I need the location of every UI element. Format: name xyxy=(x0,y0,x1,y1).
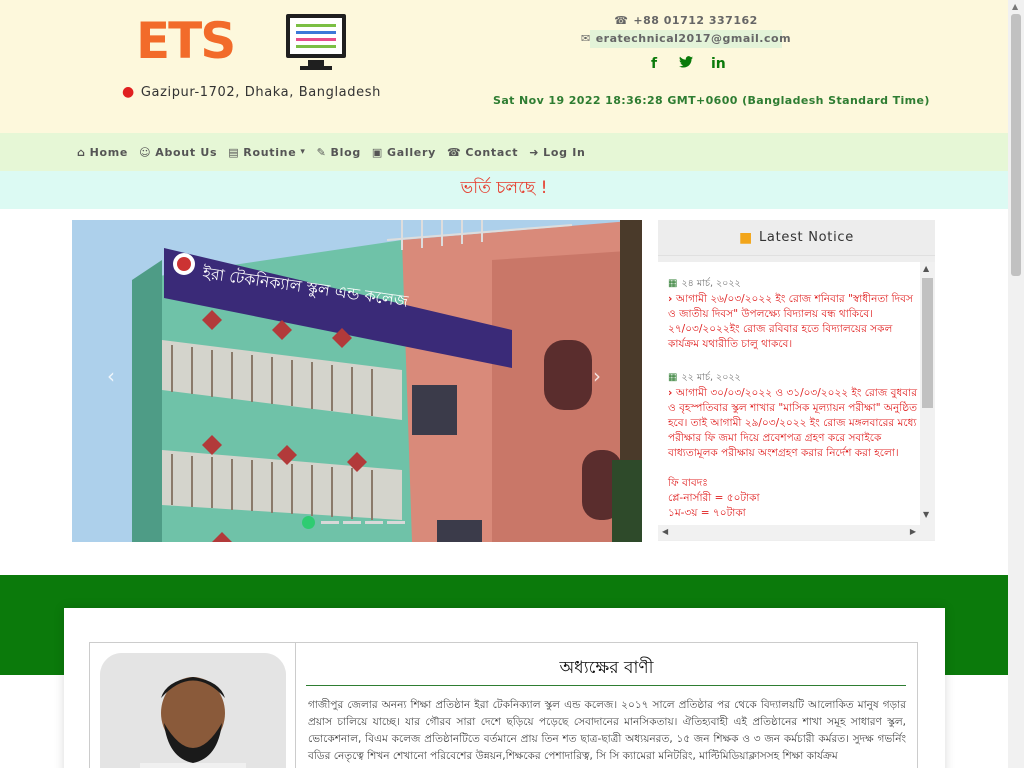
login-icon: ➜ xyxy=(529,145,540,159)
location-text: Gazipur-1702, Dhaka, Bangladesh xyxy=(140,84,381,100)
monitor-base xyxy=(300,66,332,70)
notice-header: ■ Latest Notice xyxy=(658,220,935,256)
email[interactable]: ✉ eratechnical2017@gmail.com xyxy=(581,30,791,48)
notice-scroll-thumb[interactable] xyxy=(922,278,933,408)
title-divider xyxy=(306,685,906,686)
nav-item-blog[interactable]: ✎ Blog xyxy=(317,146,361,159)
admission-marquee: ভর্তি চলছে ! xyxy=(0,171,1008,209)
message-title: অধ্যক্ষের বাণী xyxy=(559,658,654,678)
user-icon: ☺ xyxy=(139,145,152,159)
notice-scroll-area[interactable]: ▦ ২৪ মার্চ, ২০২২ › আগামী ২৬/০৩/২০২২ ইং রোজ… xyxy=(658,262,935,540)
nav-item-about-us[interactable]: ☺ About Us xyxy=(139,146,217,159)
notice-date-text: ২৪ মার্চ, ২০২২ xyxy=(681,278,741,289)
notice-item[interactable]: ▦ ২৪ মার্চ, ২০২২ › আগামী ২৬/০৩/২০২২ ইং রোজ… xyxy=(668,276,918,352)
contact-icon: ☎ xyxy=(446,145,462,159)
nav-item-label: Blog xyxy=(330,145,361,159)
slider-indicator[interactable] xyxy=(321,521,339,524)
twitter-icon[interactable] xyxy=(679,56,693,72)
slide-image: ইরা টেকনিক্যাল স্কুল এন্ড কলেজ xyxy=(72,220,642,542)
notice-item[interactable]: ▦ ২২ মার্চ, ২০২২ › আগামী ৩০/০৩/২০২২ ও ৩১/০… xyxy=(668,370,918,521)
slider-indicator[interactable] xyxy=(302,516,315,529)
notice-date-text: ২২ মার্চ, ২০২২ xyxy=(681,372,741,383)
nav-item-routine[interactable]: ▤ Routine ▾ xyxy=(228,146,305,159)
current-datetime: Sat Nov 19 2022 18:36:28 GMT+0600 (Bangl… xyxy=(493,94,930,107)
page-scrollbar[interactable]: ▲ xyxy=(1008,0,1024,768)
slider-next-button[interactable]: › xyxy=(593,364,601,388)
principal-photo xyxy=(100,653,286,768)
scroll-right-arrow-icon[interactable]: ▶ xyxy=(910,527,916,536)
nav-item-label: Gallery xyxy=(387,145,436,159)
nav-item-label: Routine xyxy=(243,145,297,159)
page-scroll-thumb[interactable] xyxy=(1011,14,1021,276)
comment-icon: ■ xyxy=(739,229,753,246)
location: ● Gazipur-1702, Dhaka, Bangladesh xyxy=(122,84,381,100)
map-pin-icon: ● xyxy=(122,84,135,100)
logo-text: ETS xyxy=(136,12,236,70)
edit-icon: ✎ xyxy=(316,145,327,159)
principal-message-box: অধ্যক্ষের বাণী গাজীপুর জেলার অনন্য শিক্ষ… xyxy=(296,642,918,768)
scroll-left-arrow-icon[interactable]: ◀ xyxy=(662,527,668,536)
contact-info: ☎ +88 01712 337162 ✉ eratechnical2017@gm… xyxy=(581,12,791,73)
nav-item-contact[interactable]: ☎ Contact xyxy=(447,146,518,159)
calendar-icon: ▦ xyxy=(668,372,678,383)
nav-item-label: Contact xyxy=(465,145,519,159)
nav-item-label: About Us xyxy=(155,145,218,159)
nav-item-home[interactable]: ⌂ Home xyxy=(77,146,128,159)
page-scroll-up-icon[interactable]: ▲ xyxy=(1012,2,1018,11)
nav-item-gallery[interactable]: ▣ Gallery xyxy=(372,146,436,159)
notice-text[interactable]: › আগামী ৩০/০৩/২০২২ ও ৩১/০৩/২০২২ ইং রোজ ব… xyxy=(668,386,918,461)
notice-text-content: আগামী ৩০/০৩/২০২২ ও ৩১/০৩/২০২২ ইং রোজ বুধ… xyxy=(668,387,917,459)
main-nav: ⌂ Home ☺ About Us ▤ Routine ▾ ✎ Blog ▣ Gallery ☎ Con… xyxy=(0,133,1008,171)
marquee-text: ভর্তি চলছে ! xyxy=(460,178,548,198)
notice-vertical-scrollbar[interactable]: ▲ ▼ xyxy=(920,262,935,540)
notice-text[interactable]: › আগামী ২৬/০৩/২০২২ ইং রোজ শনিবার "স্বাধী… xyxy=(668,292,918,352)
notice-date: ▦ ২৪ মার্চ, ২০২২ xyxy=(668,276,918,291)
slider-indicator[interactable] xyxy=(387,521,405,524)
scroll-up-arrow-icon[interactable]: ▲ xyxy=(923,264,929,273)
chevron-right-icon: › xyxy=(668,293,676,305)
facebook-icon[interactable]: f xyxy=(647,56,661,72)
notice-date: ▦ ২২ মার্চ, ২০২২ xyxy=(668,370,918,385)
phone-text: +88 01712 337162 xyxy=(633,13,758,27)
notice-panel: ■ Latest Notice ▦ ২৪ মার্চ, ২০২২ › আগামী ২… xyxy=(658,220,935,541)
notice-text-content: আগামী ২৬/০৩/২০২২ ইং রোজ শনিবার "স্বাধীনত… xyxy=(668,293,913,350)
image-icon: ▣ xyxy=(371,145,384,159)
monitor-icon xyxy=(286,14,346,58)
book-icon: ▤ xyxy=(228,145,240,159)
phone-icon: ☎ xyxy=(614,13,629,27)
envelope-icon: ✉ xyxy=(580,32,591,45)
notice-list: ▦ ২৪ মার্চ, ২০২২ › আগামী ২৬/০৩/২০২২ ইং রোজ… xyxy=(668,276,918,539)
image-slider[interactable]: ইরা টেকনিক্যাল স্কুল এন্ড কলেজ xyxy=(72,220,642,542)
slider-indicator[interactable] xyxy=(343,521,361,524)
social-links: f in xyxy=(590,56,782,72)
chevron-right-icon: › xyxy=(668,387,676,399)
scroll-down-arrow-icon[interactable]: ▼ xyxy=(923,510,929,519)
nav-item-log-in[interactable]: ➜ Log In xyxy=(529,146,585,159)
site-header: ETS ● Gazipur-1702, Dhaka, Bangladesh ☎ … xyxy=(0,0,1008,133)
calendar-icon: ▦ xyxy=(668,278,678,289)
email-text: eratechnical2017@gmail.com xyxy=(595,32,792,45)
notice-fee-line: প্লে-নার্সারী = ৫০টাকা xyxy=(668,492,760,504)
notice-horizontal-scrollbar[interactable]: ◀ ▶ xyxy=(658,525,920,540)
principal-message-card: অধ্যক্ষের বাণী গাজীপুর জেলার অনন্য শিক্ষ… xyxy=(64,608,945,768)
message-body: গাজীপুর জেলার অনন্য শিক্ষা প্রতিষ্ঠান ইর… xyxy=(308,699,906,762)
linkedin-icon[interactable]: in xyxy=(711,56,726,72)
caret-down-icon: ▾ xyxy=(300,147,306,157)
notice-fee-line: ১ম-৩য় = ৭০টাকা xyxy=(668,507,746,519)
notice-title: Latest Notice xyxy=(758,230,854,245)
notice-fee-line: ফি বাবদঃ xyxy=(668,477,708,489)
principal-photo-frame xyxy=(89,642,296,768)
nav-item-label: Log In xyxy=(543,145,586,159)
home-icon: ⌂ xyxy=(77,145,86,159)
site-logo[interactable]: ETS xyxy=(136,12,348,70)
nav-item-label: Home xyxy=(89,145,129,159)
slider-indicators xyxy=(302,516,405,529)
slider-prev-button[interactable]: ‹ xyxy=(107,364,115,388)
phone: ☎ +88 01712 337162 xyxy=(590,12,782,28)
slider-indicator[interactable] xyxy=(365,521,383,524)
